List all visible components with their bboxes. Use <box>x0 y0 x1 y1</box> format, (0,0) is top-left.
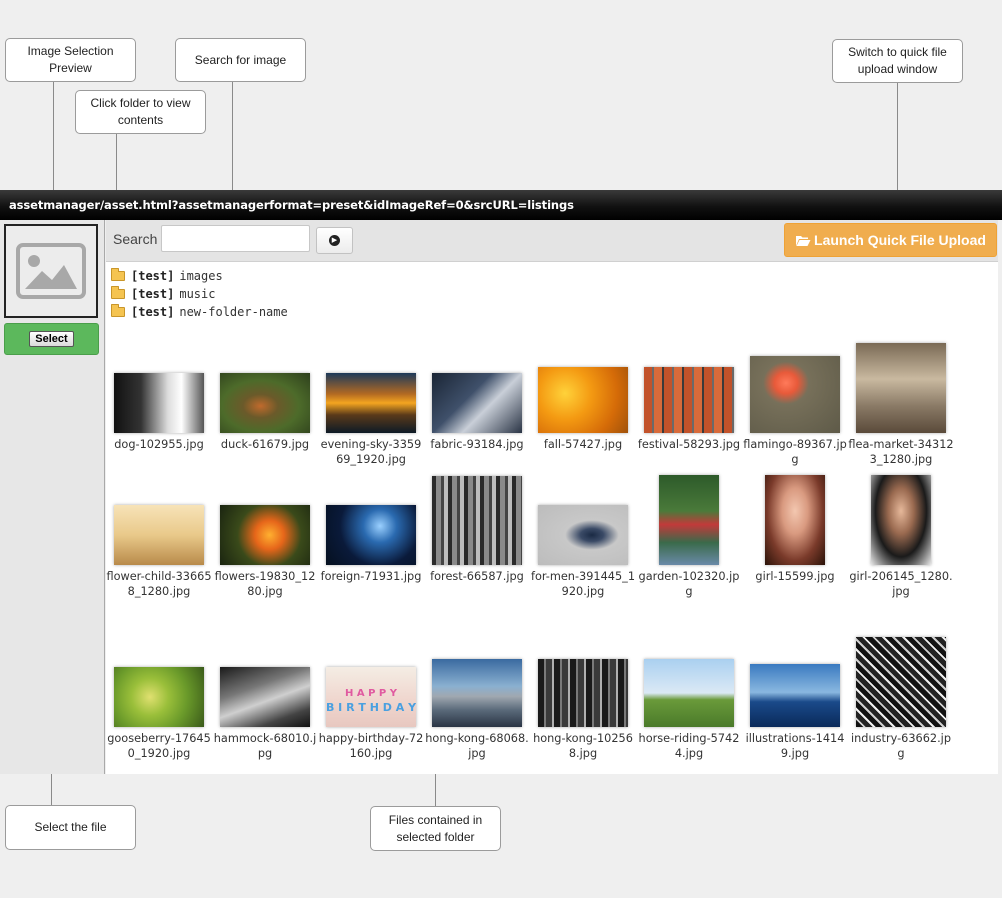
select-button[interactable]: Select <box>29 331 74 347</box>
file-name: flower-child-336658_1280.jpg <box>106 570 212 598</box>
file-name: fabric-93184.jpg <box>430 438 524 451</box>
file-name: duck-61679.jpg <box>220 438 310 451</box>
file-name: for-men-391445_1920.jpg <box>530 570 636 598</box>
file-thumbnail-for-men[interactable] <box>538 505 628 565</box>
file-thumbnail-girl-15599[interactable] <box>765 475 825 565</box>
file-name: hammock-68010.jpg <box>213 732 317 760</box>
folder-item-images[interactable]: [test] images <box>111 267 288 285</box>
file-browser: Search ▶ Launch Quick File Upload [test]… <box>106 220 998 774</box>
folder-list: [test] images [test] music [test] new-fo… <box>111 267 288 321</box>
file-thumbnail-evening-sky[interactable] <box>326 373 416 433</box>
callout-text: Click folder to view contents <box>90 96 191 127</box>
file-name: girl-15599.jpg <box>755 570 835 583</box>
callout-files-contained: Files contained in selected folder <box>370 806 501 851</box>
file-name: illustrations-14149.jpg <box>745 732 845 760</box>
folder-icon <box>111 268 125 281</box>
launch-label: Launch Quick File Upload <box>814 232 986 248</box>
file-thumbnail-illustrations[interactable] <box>750 664 840 727</box>
file-name: horse-riding-57424.jpg <box>638 732 740 760</box>
file-name: dog-102955.jpg <box>114 438 204 451</box>
file-name: evening-sky-335969_1920.jpg <box>320 438 422 466</box>
file-name: garden-102320.jpg <box>638 570 740 598</box>
file-thumbnail-flea-market[interactable] <box>856 343 946 433</box>
file-name: gooseberry-176450_1920.jpg <box>107 732 211 760</box>
folder-tag: [test] <box>131 287 175 301</box>
file-thumbnail-flamingo[interactable] <box>750 356 840 433</box>
select-button-container: Select <box>4 323 99 355</box>
folder-tag: [test] <box>131 269 175 283</box>
file-thumbnail-festival[interactable] <box>644 367 734 433</box>
file-thumbnail-forest[interactable] <box>432 476 522 565</box>
image-placeholder-icon <box>16 243 86 299</box>
file-name: industry-63662.jpg <box>851 732 951 760</box>
folder-name: new-folder-name <box>179 305 288 319</box>
folder-tag: [test] <box>131 305 175 319</box>
birthday-text-art: H A P P Y B I R T H D A Y <box>326 688 416 714</box>
file-thumbnail-hong-kong-68068[interactable] <box>432 659 522 727</box>
file-thumbnail-gooseberry[interactable] <box>114 667 204 727</box>
launch-quick-file-upload-button[interactable]: Launch Quick File Upload <box>784 223 997 257</box>
file-name: festival-58293.jpg <box>637 438 741 451</box>
callout-text: Select the file <box>34 820 107 834</box>
file-thumbnail-horse-riding[interactable] <box>644 659 734 727</box>
window-titlebar: assetmanager/asset.html?assetmanagerform… <box>0 190 1002 220</box>
file-name: happy-birthday-72160.jpg <box>318 732 424 760</box>
file-thumbnail-flower-child[interactable] <box>114 505 204 565</box>
folder-icon <box>111 304 125 317</box>
folder-item-new-folder-name[interactable]: [test] new-folder-name <box>111 303 288 321</box>
callout-text: Files contained in selected folder <box>388 812 483 844</box>
file-name: flowers-19830_1280.jpg <box>214 570 316 598</box>
image-selection-preview <box>4 224 98 318</box>
file-name: fall-57427.jpg <box>543 438 623 451</box>
callout-search-for-image: Search for image <box>175 38 306 82</box>
search-input[interactable] <box>161 225 310 252</box>
circle-arrow-right-icon: ▶ <box>329 235 340 246</box>
folder-icon <box>111 286 125 299</box>
callout-text: Switch to quick file upload window <box>848 45 947 76</box>
callout-select-file: Select the file <box>5 805 136 850</box>
file-name: flamingo-89367.jpg <box>743 438 847 466</box>
folder-name: music <box>179 287 216 301</box>
callout-image-selection-preview: Image Selection Preview <box>5 38 136 82</box>
file-name: forest-66587.jpg <box>430 570 524 583</box>
file-thumbnail-dog[interactable] <box>114 373 204 433</box>
file-thumbnail-happy-birthday[interactable]: H A P P Y B I R T H D A Y <box>326 667 416 727</box>
callout-switch-upload: Switch to quick file upload window <box>832 39 963 83</box>
search-go-button[interactable]: ▶ <box>316 227 353 254</box>
file-thumbnail-fall[interactable] <box>538 367 628 433</box>
file-thumbnail-flowers[interactable] <box>220 505 310 565</box>
file-thumbnail-duck[interactable] <box>220 373 310 433</box>
file-name: girl-206145_1280.jpg <box>849 570 953 598</box>
svg-text:H A P P Y: H A P P Y <box>345 688 398 699</box>
callout-text: Image Selection Preview <box>27 44 114 75</box>
window-title: assetmanager/asset.html?assetmanagerform… <box>9 198 574 212</box>
file-thumbnail-garden[interactable] <box>659 475 719 565</box>
folder-open-icon <box>796 235 811 246</box>
file-thumbnail-fabric[interactable] <box>432 373 522 433</box>
folder-item-music[interactable]: [test] music <box>111 285 288 303</box>
file-name: foreign-71931.jpg <box>320 570 422 583</box>
callout-click-folder: Click folder to view contents <box>75 90 206 134</box>
file-thumbnail-foreign[interactable] <box>326 505 416 565</box>
file-thumbnail-hong-kong-102568[interactable] <box>538 659 628 727</box>
toolbar: Search ▶ Launch Quick File Upload <box>106 220 998 262</box>
svg-text:B I R T H D A Y: B I R T H D A Y <box>326 701 416 714</box>
file-thumbnail-hammock[interactable] <box>220 667 310 727</box>
file-thumbnail-industry[interactable] <box>856 637 946 727</box>
connector-line <box>435 773 436 806</box>
callout-text: Search for image <box>194 52 287 67</box>
file-name: flea-market-343123_1280.jpg <box>848 438 954 466</box>
search-label: Search <box>113 231 158 247</box>
folder-name: images <box>179 269 223 283</box>
file-thumbnail-girl-206145[interactable] <box>871 475 931 565</box>
sidebar: Select <box>0 220 105 774</box>
file-name: hong-kong-102568.jpg <box>533 732 633 760</box>
file-name: hong-kong-68068.jpg <box>425 732 529 760</box>
